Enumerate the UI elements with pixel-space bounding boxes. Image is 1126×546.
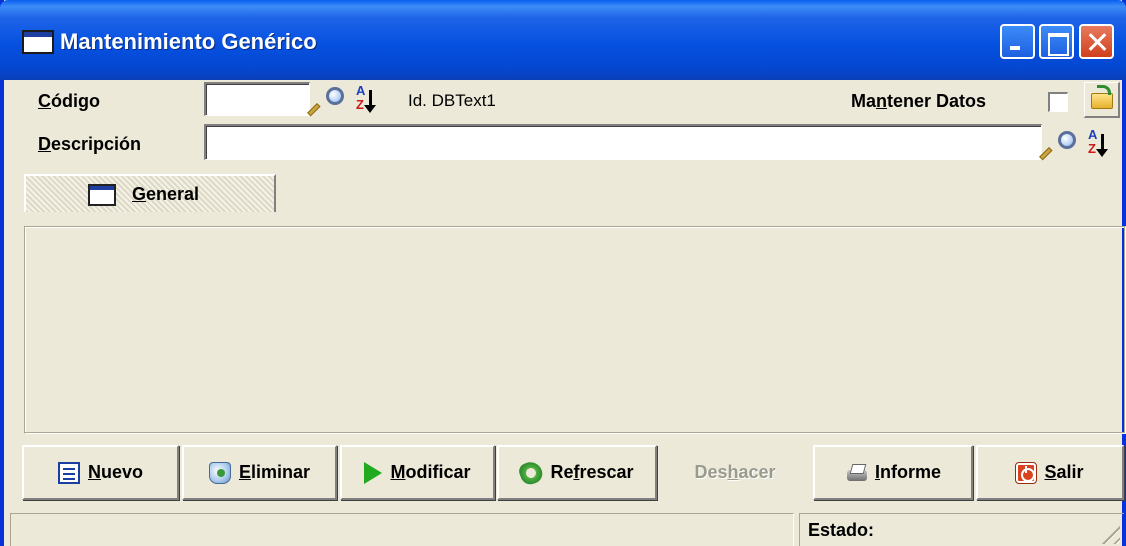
window-icon — [88, 184, 116, 206]
descripcion-search-icon[interactable] — [1039, 128, 1078, 161]
folder-open-button[interactable] — [1084, 82, 1120, 118]
codigo-label: Código — [38, 91, 100, 111]
window-title: Mantenimiento Genérico — [60, 29, 317, 54]
status-bar-message — [10, 513, 794, 546]
deshacer-button[interactable]: Deshacer — [659, 445, 811, 500]
descripcion-sort-az-icon[interactable]: AZ — [1086, 128, 1118, 160]
nuevo-button[interactable]: Nuevo — [22, 445, 179, 500]
refresh-icon — [517, 458, 546, 487]
main-window: Mantenimiento Genérico Código AZ Id. DBT… — [0, 0, 1126, 546]
window-icon — [22, 30, 54, 54]
refrescar-button[interactable]: Refrescar — [497, 445, 657, 500]
status-bar-estado: Estado: — [799, 513, 1124, 546]
folder-open-icon — [1091, 93, 1113, 109]
modificar-button[interactable]: Modificar — [340, 445, 495, 500]
printer-icon — [845, 462, 867, 484]
codigo-input[interactable] — [204, 82, 310, 116]
mantener-datos-checkbox[interactable] — [1048, 92, 1068, 112]
play-icon — [364, 461, 383, 484]
tab-general[interactable]: General — [24, 174, 276, 212]
resize-grip-icon[interactable] — [1096, 520, 1120, 544]
descripcion-label: Descripción — [38, 134, 142, 154]
codigo-sort-az-icon[interactable]: AZ — [354, 84, 386, 116]
mantener-datos-label: Mantener Datos — [851, 91, 987, 111]
informe-button[interactable]: Informe — [813, 445, 973, 500]
recycle-bin-icon — [208, 461, 231, 484]
salir-button[interactable]: Salir — [976, 445, 1124, 500]
title-bar[interactable]: Mantenimiento Genérico — [0, 0, 1126, 80]
estado-label: Estado: — [808, 520, 875, 540]
maximize-button[interactable] — [1039, 24, 1074, 59]
codigo-search-icon[interactable] — [307, 84, 346, 117]
minimize-button[interactable] — [1000, 24, 1035, 59]
general-tab-panel — [24, 226, 1126, 434]
descripcion-input[interactable] — [204, 124, 1042, 160]
exit-icon — [1015, 461, 1038, 484]
close-button[interactable] — [1079, 24, 1114, 59]
eliminar-button[interactable]: Eliminar — [182, 445, 337, 500]
id-dbtext: Id. DBText1 — [408, 91, 496, 110]
document-icon — [57, 461, 80, 484]
